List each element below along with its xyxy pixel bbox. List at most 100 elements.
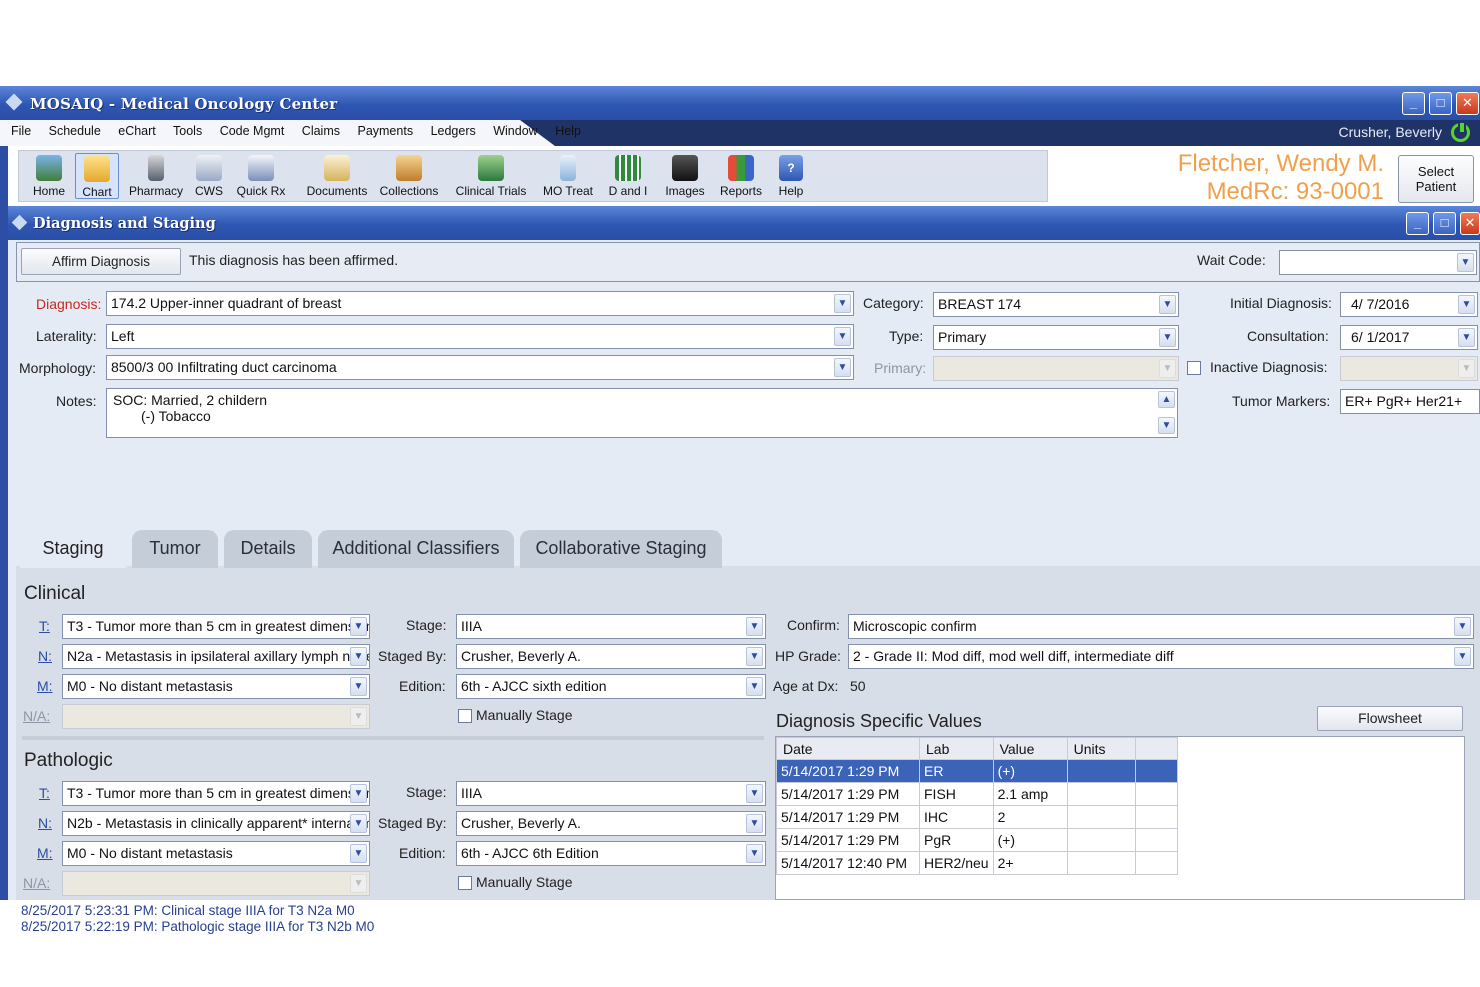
chevron-down-icon[interactable]: ▼ [1159, 295, 1176, 314]
tumor-markers-field[interactable]: ER+ PgR+ Her21+ [1340, 389, 1480, 414]
close-icon[interactable]: ✕ [1456, 92, 1479, 115]
menu-ledgers[interactable]: Ledgers [431, 124, 476, 138]
clinical-n-link[interactable]: N: [38, 648, 52, 664]
flowsheet-button[interactable]: Flowsheet [1317, 706, 1463, 731]
app-title-bar[interactable]: MOSAIQ - Medical Oncology Center _ □ ✕ [0, 86, 1480, 120]
pathologic-m-select[interactable]: M0 - No distant metastasis ▼ [62, 841, 370, 866]
chevron-down-icon[interactable]: ▼ [1458, 295, 1475, 314]
category-select[interactable]: BREAST 174 ▼ [933, 292, 1179, 317]
tab-additional-classifiers[interactable]: Additional Classifiers [318, 530, 514, 568]
table-row[interactable]: 5/14/2017 1:29 PM PgR (+) [776, 828, 1178, 852]
affirm-diagnosis-button[interactable]: Affirm Diagnosis [21, 248, 181, 275]
clinical-n-select[interactable]: N2a - Metastasis in ipsilateral axillary… [62, 644, 370, 669]
toolbar-clinical-trials[interactable]: Clinical Trials [451, 153, 531, 199]
toolbar-pharmacy[interactable]: Pharmacy [123, 153, 189, 199]
wait-code-select[interactable]: ▼ [1279, 250, 1477, 275]
consultation-date[interactable]: 6/ 1/2017 ▼ [1340, 325, 1478, 350]
column-header-value[interactable]: Value [992, 737, 1068, 760]
scroll-down-icon[interactable]: ▼ [1158, 417, 1175, 434]
clinical-stage-select[interactable]: IIIA ▼ [456, 614, 766, 639]
chevron-down-icon[interactable]: ▼ [746, 647, 763, 666]
pathologic-n-select[interactable]: N2b - Metastasis in clinically apparent*… [62, 811, 370, 836]
chevron-down-icon[interactable]: ▼ [746, 677, 763, 696]
morphology-select[interactable]: 8500/3 00 Infiltrating duct carcinoma ▼ [106, 355, 854, 380]
menu-code-mgmt[interactable]: Code Mgmt [220, 124, 285, 138]
column-header-lab[interactable]: Lab [919, 737, 994, 760]
laterality-select[interactable]: Left ▼ [106, 324, 854, 349]
chevron-down-icon[interactable]: ▼ [1454, 647, 1471, 666]
chevron-down-icon[interactable]: ▼ [746, 784, 763, 803]
chevron-down-icon[interactable]: ▼ [746, 814, 763, 833]
chevron-down-icon[interactable]: ▼ [350, 647, 367, 666]
menu-window[interactable]: Window [493, 124, 537, 138]
minimize-icon[interactable]: _ [1402, 92, 1425, 115]
maximize-icon[interactable]: □ [1429, 92, 1452, 115]
chevron-down-icon[interactable]: ▼ [350, 617, 367, 636]
table-row[interactable]: 5/14/2017 1:29 PM ER (+) [776, 759, 1178, 783]
clinical-m-select[interactable]: M0 - No distant metastasis ▼ [62, 674, 370, 699]
hp-grade-select[interactable]: 2 - Grade II: Mod diff, mod well diff, i… [848, 644, 1474, 669]
table-row[interactable]: 5/14/2017 12:40 PM HER2/neu 2+ [776, 851, 1178, 875]
chevron-down-icon[interactable]: ▼ [1454, 617, 1471, 636]
select-patient-button[interactable]: Select Patient [1398, 155, 1474, 203]
toolbar-images[interactable]: Images [659, 153, 711, 199]
tab-staging[interactable]: Staging [20, 530, 126, 568]
pathologic-manual-stage-checkbox[interactable] [458, 876, 472, 890]
menu-payments[interactable]: Payments [357, 124, 413, 138]
chevron-down-icon[interactable]: ▼ [350, 677, 367, 696]
notes-textarea[interactable]: SOC: Married, 2 childern (-) Tobacco ▲ ▼ [106, 388, 1178, 438]
tab-collaborative-staging[interactable]: Collaborative Staging [520, 530, 722, 568]
column-header-date[interactable]: Date [776, 737, 920, 760]
inactive-diagnosis-checkbox[interactable] [1187, 361, 1201, 375]
table-row[interactable]: 5/14/2017 1:29 PM IHC 2 [776, 805, 1178, 829]
child-title-bar[interactable]: Diagnosis and Staging _ □ ✕ [8, 206, 1480, 240]
toolbar-mo-treat[interactable]: MO Treat [537, 153, 599, 199]
chevron-down-icon[interactable]: ▼ [746, 844, 763, 863]
child-maximize-icon[interactable]: □ [1433, 212, 1456, 235]
toolbar-cws[interactable]: CWS [189, 153, 229, 199]
tab-tumor[interactable]: Tumor [132, 530, 218, 568]
confirm-select[interactable]: Microscopic confirm ▼ [848, 614, 1474, 639]
toolbar-d-and-i[interactable]: D and I [603, 153, 653, 199]
table-row[interactable]: 5/14/2017 1:29 PM FISH 2.1 amp [776, 782, 1178, 806]
clinical-manual-stage-checkbox[interactable] [458, 709, 472, 723]
chevron-down-icon[interactable]: ▼ [834, 294, 851, 313]
clinical-staged-by-select[interactable]: Crusher, Beverly A. ▼ [456, 644, 766, 669]
chevron-down-icon[interactable]: ▼ [350, 784, 367, 803]
child-close-icon[interactable]: ✕ [1460, 212, 1480, 235]
tab-details[interactable]: Details [224, 530, 312, 568]
pathologic-edition-select[interactable]: 6th - AJCC 6th Edition ▼ [456, 841, 766, 866]
toolbar-collections[interactable]: Collections [375, 153, 443, 199]
menu-tools[interactable]: Tools [173, 124, 202, 138]
pathologic-m-link[interactable]: M: [37, 845, 53, 861]
pathologic-n-link[interactable]: N: [38, 815, 52, 831]
menu-file[interactable]: File [11, 124, 31, 138]
chevron-down-icon[interactable]: ▼ [350, 844, 367, 863]
toolbar-help[interactable]: ? Help [771, 153, 811, 199]
type-select[interactable]: Primary ▼ [933, 325, 1179, 350]
toolbar-reports[interactable]: Reports [715, 153, 767, 199]
clinical-edition-select[interactable]: 6th - AJCC sixth edition ▼ [456, 674, 766, 699]
initial-diagnosis-date[interactable]: 4/ 7/2016 ▼ [1340, 292, 1478, 317]
power-icon[interactable] [1451, 121, 1470, 142]
pathologic-stage-select[interactable]: IIIA ▼ [456, 781, 766, 806]
pathologic-t-link[interactable]: T: [39, 785, 50, 801]
clinical-t-link[interactable]: T: [39, 618, 50, 634]
clinical-t-select[interactable]: T3 - Tumor more than 5 cm in greatest di… [62, 614, 370, 639]
pathologic-staged-by-select[interactable]: Crusher, Beverly A. ▼ [456, 811, 766, 836]
chevron-down-icon[interactable]: ▼ [834, 327, 851, 346]
menu-echart[interactable]: eChart [118, 124, 156, 138]
menu-claims[interactable]: Claims [302, 124, 340, 138]
toolbar-home[interactable]: Home [23, 153, 75, 199]
clinical-m-link[interactable]: M: [37, 678, 53, 694]
toolbar-chart[interactable]: Chart [75, 153, 119, 199]
diagnosis-select[interactable]: 174.2 Upper-inner quadrant of breast ▼ [106, 291, 854, 316]
chevron-down-icon[interactable]: ▼ [350, 814, 367, 833]
chevron-down-icon[interactable]: ▼ [746, 617, 763, 636]
column-header-units[interactable]: Units [1066, 737, 1136, 760]
pathologic-t-select[interactable]: T3 - Tumor more than 5 cm in greatest di… [62, 781, 370, 806]
menu-help[interactable]: Help [555, 124, 581, 138]
chevron-down-icon[interactable]: ▼ [1458, 328, 1475, 347]
child-minimize-icon[interactable]: _ [1406, 212, 1429, 235]
chevron-down-icon[interactable]: ▼ [1159, 328, 1176, 347]
